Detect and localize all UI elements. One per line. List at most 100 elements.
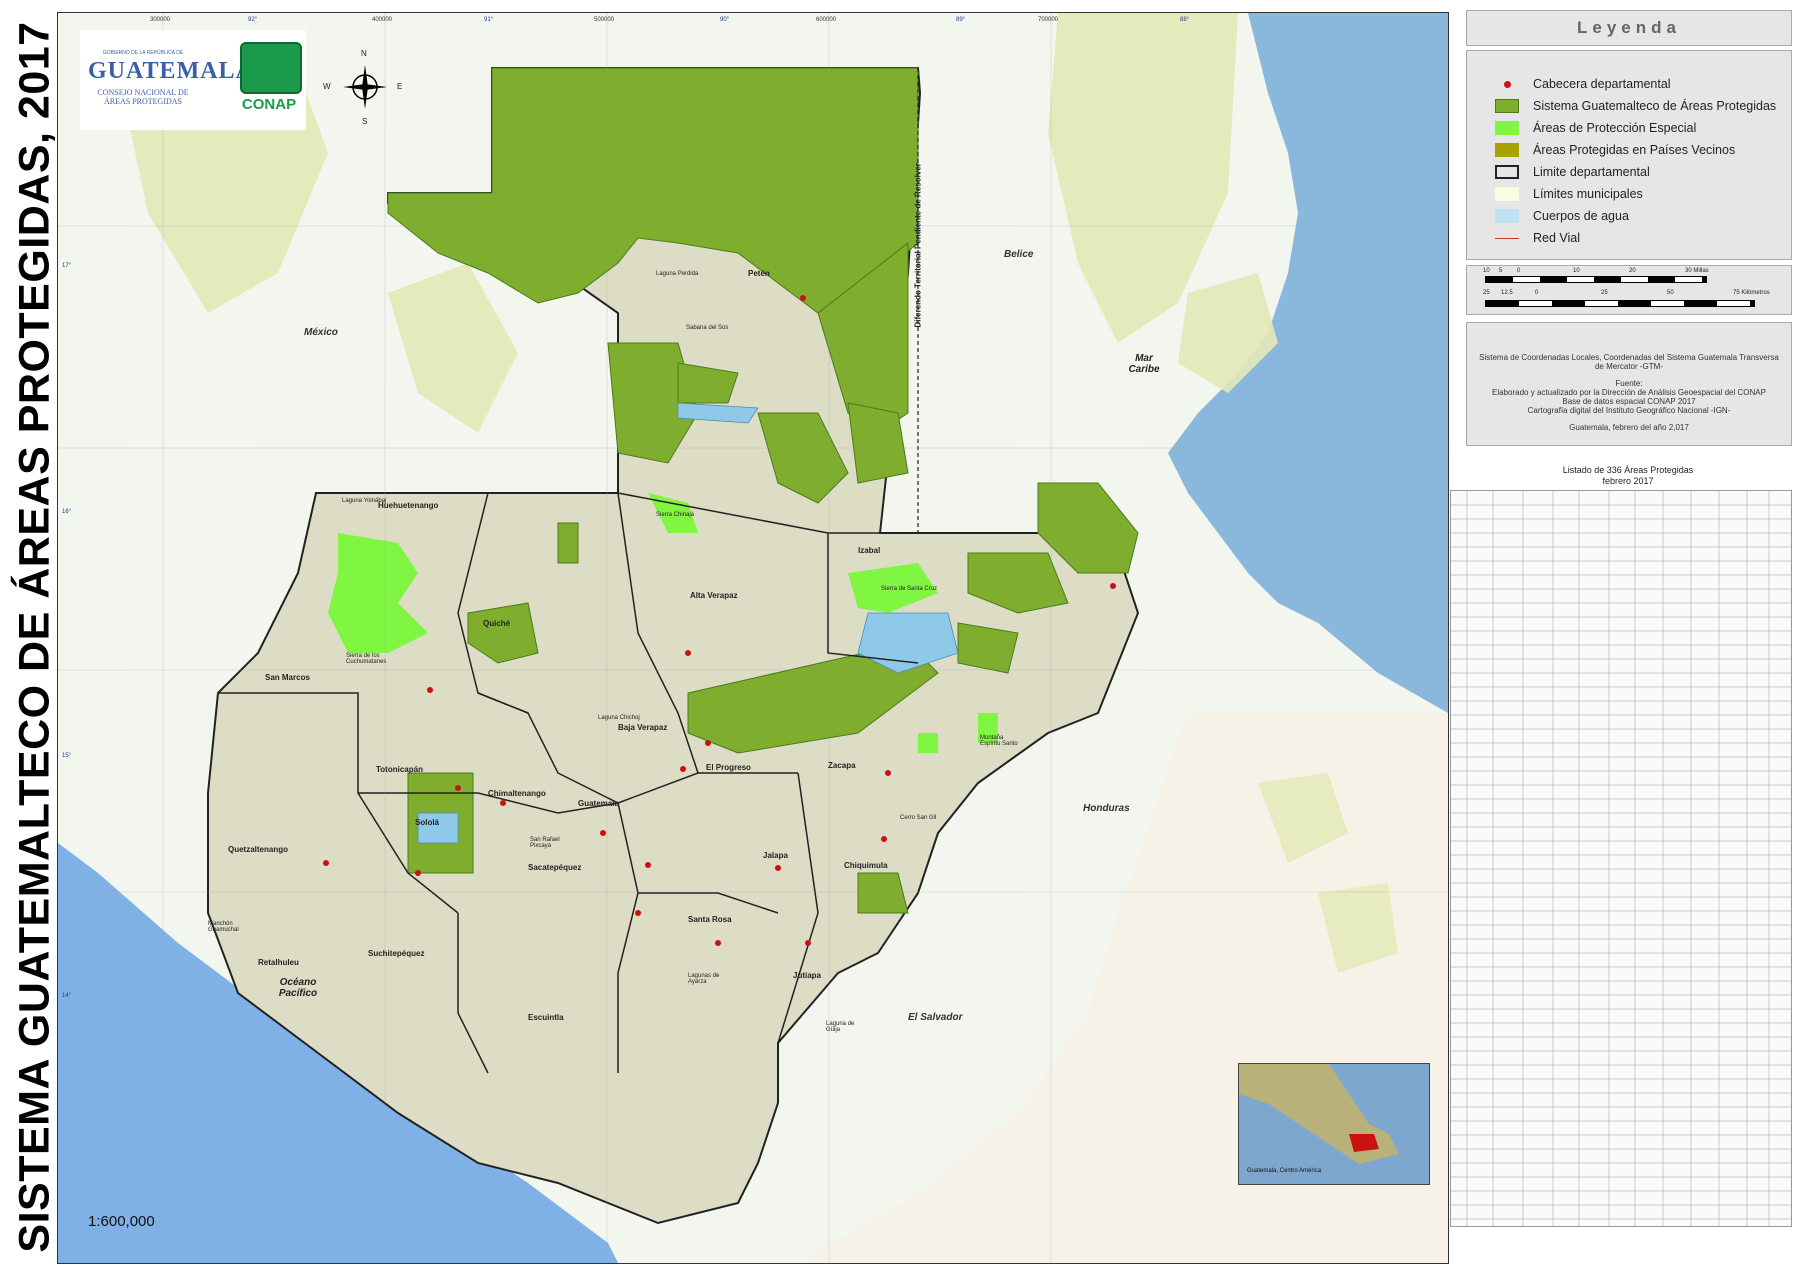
inset-caption: Guatemala, Centro América xyxy=(1247,1168,1322,1174)
scalebar-miles xyxy=(1485,276,1707,283)
easting-label: 700000 xyxy=(1038,17,1059,23)
list-title: Listado de 336 Áreas Protegidas xyxy=(1562,465,1694,475)
label-mar-caribe: Mar Caribe xyxy=(1128,353,1160,375)
legend-item: Cuerpos de agua xyxy=(1495,207,1629,225)
legend-label: Límites municipales xyxy=(1533,187,1643,201)
scale-text: 1:600,000 xyxy=(88,1213,155,1230)
label-diferendo: Diferendo Territorial Pendiente de Resol… xyxy=(913,163,923,328)
easting-label: 300000 xyxy=(150,17,171,23)
inset-svg xyxy=(1239,1064,1399,1164)
dept-label-9: Zacapa xyxy=(828,761,856,770)
place-label-2: Sierra Chinajá xyxy=(656,512,695,518)
scale-km-tick: 50 xyxy=(1667,290,1674,296)
scale-km-tick: 12.5 xyxy=(1501,290,1513,296)
easting-label: 500000 xyxy=(594,17,615,23)
place-label-0: Sierra de los Cuchumatanes xyxy=(346,653,387,665)
legend-swatch xyxy=(1495,143,1519,157)
place-label-1: Sierra de Santa Cruz xyxy=(881,586,938,592)
legend-item: Cabecera departamental xyxy=(1495,75,1671,93)
dept-label-5: San Marcos xyxy=(265,673,310,682)
legend-item: Áreas Protegidas en Países Vecinos xyxy=(1495,141,1735,159)
inset-map: Guatemala, Centro América xyxy=(1238,1063,1430,1185)
label-oceano: Océano Pacífico xyxy=(278,977,318,999)
dept-label-3: Alta Verapaz xyxy=(690,591,738,600)
longitude-label: 89° xyxy=(956,17,966,23)
longitude-label: 92° xyxy=(248,17,258,23)
dept-label-7: Baja Verapaz xyxy=(618,723,668,732)
legend-swatch xyxy=(1495,209,1519,223)
scale-km-labels: 25 12.5 0 25 50 75 Kilómetros xyxy=(1483,290,1783,298)
dept-label-20: Santa Rosa xyxy=(688,915,732,924)
compass-s: S xyxy=(362,117,368,126)
scale-km-tick: 25 xyxy=(1601,290,1608,296)
longitude-label: 88° xyxy=(1180,17,1190,23)
conap-logo-text: CONAP xyxy=(241,96,297,113)
dept-label-19: Escuintla xyxy=(528,1013,564,1022)
info-box: Sistema de Coordenadas Locales, Coordena… xyxy=(1466,322,1792,446)
date-text: Guatemala, febrero del año 2,017 xyxy=(1569,423,1689,432)
scale-mile-tick: 10 xyxy=(1573,268,1580,274)
list-table-grid xyxy=(1451,491,1791,1226)
logo-box: GOBIERNO DE LA REPÚBLICA DE GUATEMALA CO… xyxy=(80,30,306,130)
latitude-label: 15° xyxy=(62,753,72,759)
scale-mile-tick: 30 Millas xyxy=(1685,268,1709,274)
scale-mile-tick: 5 xyxy=(1499,268,1503,274)
legend-label: Sistema Guatemalteco de Áreas Protegidas xyxy=(1533,99,1777,113)
gov-logo-text: GUATEMALA xyxy=(88,58,254,84)
label-el-salvador: El Salvador xyxy=(908,1012,963,1023)
legend-label: Cabecera departamental xyxy=(1533,77,1671,91)
place-label-5: Sabana del Sos xyxy=(686,325,729,331)
dept-label-4: Izabal xyxy=(858,546,881,555)
map-frame[interactable]: México Belice Honduras El Salvador Mar C… xyxy=(57,12,1449,1264)
legend-item: Limite departamental xyxy=(1495,163,1650,181)
place-label-3: Laguna Yolnábaj xyxy=(342,498,387,504)
legend-swatch xyxy=(1495,121,1519,135)
place-label-7: Montaña Espíritu Santo xyxy=(980,735,1018,747)
compass-w: W xyxy=(323,82,331,91)
dept-label-11: Sololá xyxy=(415,818,440,827)
dept-label-6: Totonicapán xyxy=(376,765,423,774)
place-label-12: San Rafael Pixcayá xyxy=(530,837,560,849)
latitude-label: 14° xyxy=(62,993,72,999)
dept-label-2: Quiché xyxy=(483,619,511,628)
dept-label-16: Retalhuleu xyxy=(258,958,299,967)
dept-label-0: Petén xyxy=(748,269,770,278)
legend-item: Áreas de Protección Especial xyxy=(1495,119,1696,137)
scale-miles-labels: 10 5 0 10 20 30 Millas xyxy=(1483,268,1783,276)
label-belice: Belice xyxy=(1004,249,1034,260)
scale-km-tick: 25 xyxy=(1483,290,1490,296)
place-label-9: Manchón Guamuchal xyxy=(208,921,239,933)
fuente-label: Fuente: xyxy=(1615,379,1643,388)
label-honduras: Honduras xyxy=(1083,803,1130,814)
legend-item: Sistema Guatemalteco de Áreas Protegidas xyxy=(1495,97,1776,115)
scale-mile-tick: 0 xyxy=(1517,268,1521,274)
scale-mile-tick: 10 xyxy=(1483,268,1490,274)
compass-svg xyxy=(343,65,387,109)
areas-list-table[interactable] xyxy=(1450,490,1792,1227)
easting-label: 400000 xyxy=(372,17,393,23)
compass-e: E xyxy=(397,82,403,91)
scale-km-tick: 0 xyxy=(1535,290,1539,296)
place-label-4: Laguna Perdida xyxy=(656,271,699,277)
longitude-label: 90° xyxy=(720,17,730,23)
compass-rose-icon: N S E W xyxy=(323,49,402,126)
legend-label: Cuerpos de agua xyxy=(1533,209,1629,223)
coord-system-text: Sistema de Coordenadas Locales, Coordena… xyxy=(1479,353,1779,371)
dept-label-1: Huehuetenango xyxy=(378,501,439,510)
scale-mile-tick: 20 xyxy=(1629,268,1636,274)
place-label-6: Laguna Chichoj xyxy=(598,715,640,721)
latitude-label: 17° xyxy=(62,263,72,269)
legend-swatch xyxy=(1495,187,1519,201)
latitude-label: 16° xyxy=(62,509,72,515)
scalebar-km xyxy=(1485,300,1755,307)
scalebar-box: 10 5 0 10 20 30 Millas 25 12.5 0 25 50 7… xyxy=(1466,265,1792,315)
gov-sub-text: CONSEJO NACIONAL DE ÁREAS PROTEGIDAS xyxy=(97,88,189,106)
legend-label: Red Vial xyxy=(1533,231,1581,245)
list-title-block: Listado de 336 Áreas Protegidas febrero … xyxy=(1466,465,1790,487)
dept-label-14: Jalapa xyxy=(763,851,788,860)
legend-swatch xyxy=(1495,165,1519,179)
gov-top-text: GOBIERNO DE LA REPÚBLICA DE xyxy=(102,50,184,56)
legend-label: Áreas de Protección Especial xyxy=(1533,121,1697,135)
fuente-line-1: Elaborado y actualizado por la Dirección… xyxy=(1492,388,1766,397)
legend-swatch xyxy=(1495,99,1519,113)
